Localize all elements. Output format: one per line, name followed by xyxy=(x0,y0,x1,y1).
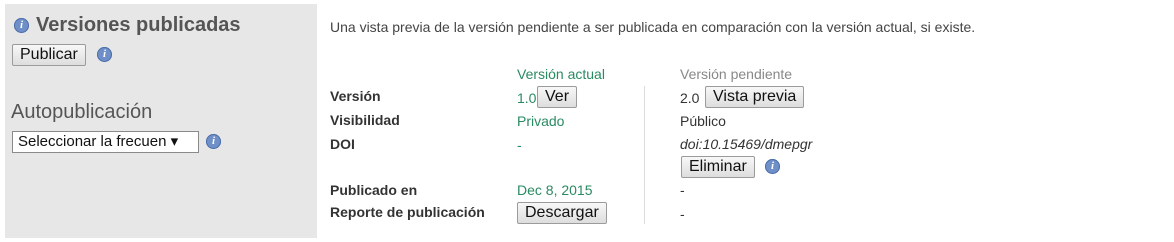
remove-button[interactable]: Eliminar xyxy=(681,156,755,178)
pending-visibility-value: Público xyxy=(680,113,726,129)
autopublish-label: Autopublicación xyxy=(11,101,153,123)
row-label-report: Reporte de publicación xyxy=(330,204,485,220)
description-text: Una vista previa de la versión pendiente… xyxy=(330,19,976,35)
pending-published-value: - xyxy=(680,182,685,198)
publish-button[interactable]: Publicar xyxy=(12,44,86,66)
row-label-version: Versión xyxy=(330,88,381,104)
frequency-select[interactable]: Seleccionar la frecuen ▾ xyxy=(12,131,199,153)
current-version-value: 1.0 xyxy=(517,90,537,106)
pending-doi-value: doi:10.15469/dmepgr xyxy=(680,136,813,152)
sidebar-title: Versiones publicadas xyxy=(36,14,241,36)
current-published-value: Dec 8, 2015 xyxy=(517,182,593,198)
row-label-doi: DOI xyxy=(330,136,355,152)
download-button[interactable]: Descargar xyxy=(517,202,607,224)
preview-button[interactable]: Vista previa xyxy=(705,86,805,108)
row-label-visibility: Visibilidad xyxy=(330,112,400,128)
view-button[interactable]: Ver xyxy=(537,86,578,108)
info-icon[interactable]: i xyxy=(765,159,780,174)
current-visibility-value: Privado xyxy=(517,113,565,129)
pending-version-header: Versión pendiente xyxy=(680,66,793,82)
pending-report-value: - xyxy=(680,206,685,222)
info-icon[interactable]: i xyxy=(206,134,221,149)
current-version-header: Versión actual xyxy=(517,66,605,82)
info-icon[interactable]: i xyxy=(14,18,29,33)
sidebar-panel: i Versiones publicadas Publicar i Autopu… xyxy=(5,4,317,238)
info-icon[interactable]: i xyxy=(97,47,112,62)
row-label-published: Publicado en xyxy=(330,182,418,198)
current-doi-value: - xyxy=(517,137,522,153)
column-divider xyxy=(644,86,645,224)
pending-version-value: 2.0 xyxy=(680,90,700,106)
